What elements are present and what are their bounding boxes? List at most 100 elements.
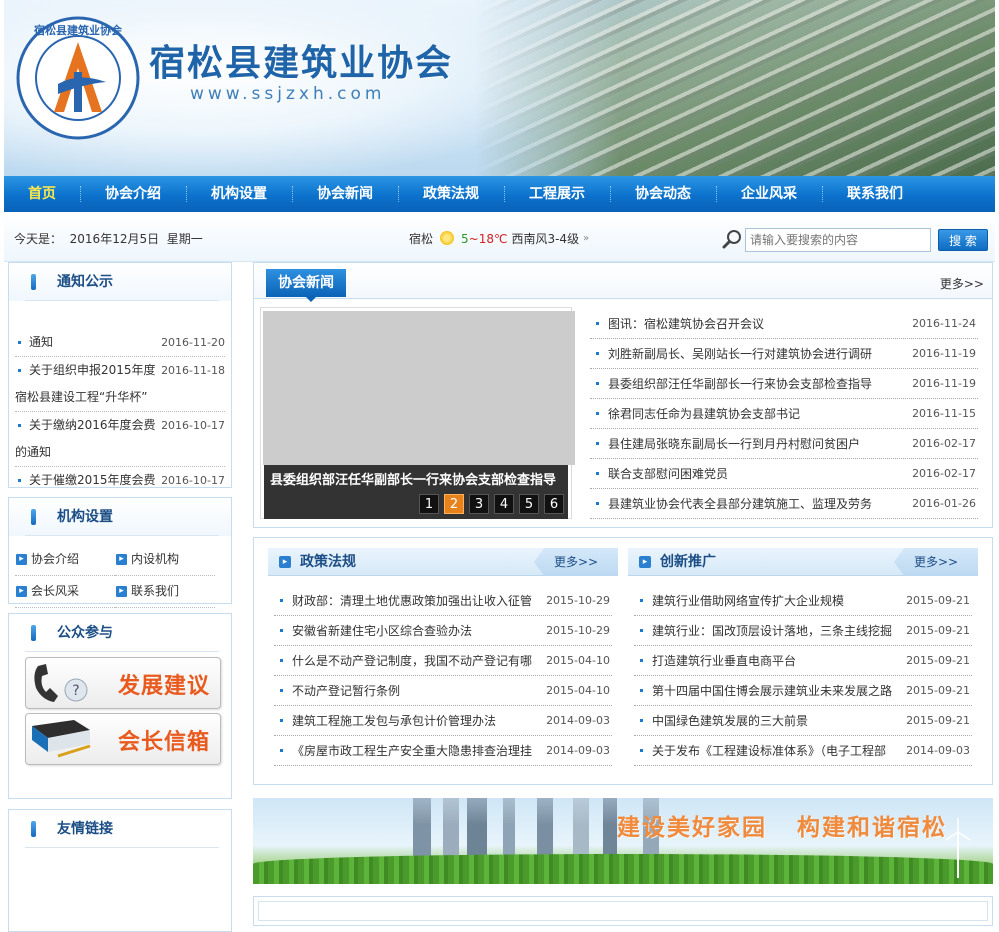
list-item[interactable]: 关于发布《工程建设标准体系》（电子工程部 2014-09-03 bbox=[634, 736, 972, 766]
list-item[interactable]: 县建筑业协会代表全县部分建筑施工、监理及劳务 2016-01-26 bbox=[590, 489, 978, 519]
list-item[interactable]: 刘胜新副局长、吴刚站长一行对建筑协会进行调研 2016-11-19 bbox=[590, 339, 978, 369]
list-item[interactable]: 不动产登记暂行条例 2015-04-10 bbox=[274, 676, 612, 706]
list-item[interactable]: 通知 2016-11-20 bbox=[15, 329, 225, 357]
org-link-contact[interactable]: 联系我们 bbox=[115, 576, 215, 608]
list-item[interactable]: 中国绿色建筑发展的三大前景 2015-09-21 bbox=[634, 706, 972, 736]
site-name[interactable]: 宿松县建筑业协会 bbox=[149, 34, 453, 86]
list-item[interactable]: 县住建局张晓东副局长一行到月丹村慰问贫困户 2016-02-17 bbox=[590, 429, 978, 459]
nav-item-activities[interactable]: 协会动态 bbox=[610, 176, 716, 212]
news-item-title[interactable]: 徐君同志任命为县建筑协会支部书记 bbox=[590, 399, 906, 428]
nav-item-policy[interactable]: 政策法规 bbox=[398, 176, 504, 212]
weekday-text: 星期一 bbox=[166, 232, 203, 246]
nav-item-home[interactable]: 首页 bbox=[4, 176, 80, 212]
policy-item-date: 2015-04-10 bbox=[546, 684, 610, 697]
nav-item-enterprises[interactable]: 企业风采 bbox=[716, 176, 822, 212]
list-item[interactable]: 县委组织部汪任华副部长一行来协会支部检查指导 2016-11-19 bbox=[590, 369, 978, 399]
list-item[interactable]: 关于组织申报2015年度宿松县建设工程“升华杯” 2016-11-18 bbox=[15, 357, 225, 412]
sunny-cloud-icon bbox=[437, 230, 457, 247]
notice-panel: 通知公示 通知 2016-11-20 关于组织申报2015年度宿松县建设工程“升… bbox=[8, 262, 232, 488]
list-item[interactable]: 关于催缴2015年度会费 2016-10-17 bbox=[15, 467, 225, 494]
slide-pagination: 1 2 3 4 5 6 bbox=[419, 494, 564, 514]
nav-item-news[interactable]: 协会新闻 bbox=[292, 176, 398, 212]
news-more-link[interactable]: 更多>> bbox=[940, 275, 984, 292]
nav-item-organization[interactable]: 机构设置 bbox=[186, 176, 292, 212]
nav-item-about[interactable]: 协会介绍 bbox=[80, 176, 186, 212]
notice-title: 通知公示 bbox=[9, 263, 231, 301]
columns-panel: ▸ 政策法规 更多>> 财政部：清理土地优惠政策加强出让收入征管 2015-10-… bbox=[253, 537, 993, 785]
org-link-departments[interactable]: 内设机构 bbox=[115, 544, 215, 576]
book-pen-icon bbox=[32, 720, 91, 758]
notice-item-title[interactable]: 关于组织申报2015年度宿松县建设工程“升华杯” bbox=[15, 357, 159, 411]
policy-more-link[interactable]: 更多>> bbox=[534, 548, 618, 576]
notice-item-title[interactable]: 通知 bbox=[15, 329, 159, 356]
list-item[interactable]: 联合支部慰问困难党员 2016-02-17 bbox=[590, 459, 978, 489]
news-slider[interactable]: 县委组织部汪任华副部长一行来协会支部检查指导 1 2 3 4 5 6 bbox=[260, 307, 575, 519]
list-item[interactable]: 建筑工程施工发包与承包计价管理办法 2014-09-03 bbox=[274, 706, 612, 736]
header-city-image bbox=[475, 0, 995, 176]
banner-grass bbox=[253, 854, 993, 884]
policy-item-title[interactable]: 安徽省新建住宅小区综合查验办法 bbox=[274, 616, 540, 645]
nav-item-contact[interactable]: 联系我们 bbox=[822, 176, 928, 212]
org-title: 机构设置 bbox=[9, 498, 231, 536]
today-label: 今天是： bbox=[14, 232, 63, 246]
search-input[interactable] bbox=[745, 228, 931, 252]
org-link-president[interactable]: 会长风采 bbox=[15, 576, 115, 608]
innovation-more-link[interactable]: 更多>> bbox=[894, 548, 978, 576]
tab-news[interactable]: 协会新闻 bbox=[266, 269, 346, 302]
slide-dot-3[interactable]: 3 bbox=[469, 494, 489, 514]
news-item-title[interactable]: 刘胜新副局长、吴刚站长一行对建筑协会进行调研 bbox=[590, 339, 906, 368]
list-item[interactable]: 安徽省新建住宅小区综合查验办法 2015-10-29 bbox=[274, 616, 612, 646]
list-item[interactable]: 建筑行业借助网络宣传扩大企业规模 2015-09-21 bbox=[634, 586, 972, 616]
news-item-date: 2016-02-17 bbox=[912, 437, 976, 450]
policy-item-title[interactable]: 什么是不动产登记制度，我国不动产登记有哪 bbox=[274, 646, 540, 675]
innovation-item-date: 2015-09-21 bbox=[906, 624, 970, 637]
news-item-title[interactable]: 县住建局张晓东副局长一行到月丹村慰问贫困户 bbox=[590, 429, 906, 458]
innovation-header: ▸ 创新推广 更多>> bbox=[628, 548, 978, 576]
news-item-title[interactable]: 联合支部慰问困难党员 bbox=[590, 459, 906, 488]
mailbox-button[interactable]: 会长信箱 bbox=[25, 713, 221, 765]
logo-text: 宿松县建筑业协会 bbox=[34, 23, 123, 37]
innovation-item-title[interactable]: 中国绿色建筑发展的三大前景 bbox=[634, 706, 900, 735]
list-item[interactable]: 什么是不动产登记制度，我国不动产登记有哪 2015-04-10 bbox=[274, 646, 612, 676]
innovation-item-title[interactable]: 第十四届中国住博会展示建筑业未来发展之路 bbox=[634, 676, 900, 705]
news-item-title[interactable]: 县建筑业协会代表全县部分建筑施工、监理及劳务 bbox=[590, 489, 906, 518]
slide-dot-6[interactable]: 6 bbox=[544, 494, 564, 514]
list-item[interactable]: 第十四届中国住博会展示建筑业未来发展之路 2015-09-21 bbox=[634, 676, 972, 706]
org-link-about[interactable]: 协会介绍 bbox=[15, 544, 115, 576]
nav-item-projects[interactable]: 工程展示 bbox=[504, 176, 610, 212]
list-item[interactable]: 徐君同志任命为县建筑协会支部书记 2016-11-15 bbox=[590, 399, 978, 429]
policy-item-title[interactable]: 财政部：清理土地优惠政策加强出让收入征管 bbox=[274, 586, 540, 615]
notice-item-title[interactable]: 关于缴纳2016年度会费的通知 bbox=[15, 412, 159, 466]
news-item-title[interactable]: 县委组织部汪任华副部长一行来协会支部检查指导 bbox=[590, 369, 906, 398]
policy-item-title[interactable]: 《房屋市政工程生产安全重大隐患排查治理挂 bbox=[274, 736, 540, 765]
search-icon bbox=[722, 230, 741, 249]
list-item[interactable]: 关于缴纳2016年度会费的通知 2016-10-17 bbox=[15, 412, 225, 467]
weather-widget[interactable]: 宿松 5~18℃ 西南风3-4级 » bbox=[409, 230, 589, 247]
slide-dot-1[interactable]: 1 bbox=[419, 494, 439, 514]
search-button[interactable]: 搜 索 bbox=[938, 229, 988, 251]
suggestion-button[interactable]: ? 发展建议 bbox=[25, 657, 221, 709]
list-item[interactable]: 《房屋市政工程生产安全重大隐患排查治理挂 2014-09-03 bbox=[274, 736, 612, 766]
innovation-item-title[interactable]: 建筑行业借助网络宣传扩大企业规模 bbox=[634, 586, 900, 615]
banner-slogan: 建设美好家园 构建和谐宿松 bbox=[616, 815, 947, 841]
innovation-list: 建筑行业借助网络宣传扩大企业规模 2015-09-21 建筑行业：国改顶层设计落地… bbox=[628, 586, 978, 766]
slide-dot-2[interactable]: 2 bbox=[444, 494, 464, 514]
news-item-title[interactable]: 图讯：宿松建筑协会召开会议 bbox=[590, 309, 906, 338]
list-item[interactable]: 建筑行业：国改顶层设计落地，三条主线挖掘 2015-09-21 bbox=[634, 616, 972, 646]
policy-item-title[interactable]: 不动产登记暂行条例 bbox=[274, 676, 540, 705]
slide-dot-5[interactable]: 5 bbox=[519, 494, 539, 514]
innovation-item-title[interactable]: 关于发布《工程建设标准体系》（电子工程部 bbox=[634, 736, 900, 765]
slide-image[interactable] bbox=[263, 311, 575, 465]
org-links: 协会介绍 内设机构 会长风采 联系我们 bbox=[9, 536, 231, 612]
innovation-item-title[interactable]: 建筑行业：国改顶层设计落地，三条主线挖掘 bbox=[634, 616, 900, 645]
notice-item-title[interactable]: 关于催缴2015年度会费 bbox=[15, 467, 159, 494]
notice-item-date: 2016-10-17 bbox=[161, 474, 225, 487]
innovation-item-title[interactable]: 打造建筑行业垂直电商平台 bbox=[634, 646, 900, 675]
slide-dot-4[interactable]: 4 bbox=[494, 494, 514, 514]
policy-item-title[interactable]: 建筑工程施工发包与承包计价管理办法 bbox=[274, 706, 540, 735]
list-item[interactable]: 打造建筑行业垂直电商平台 2015-09-21 bbox=[634, 646, 972, 676]
list-item[interactable]: 财政部：清理土地优惠政策加强出让收入征管 2015-10-29 bbox=[274, 586, 612, 616]
innovation-item-date: 2015-09-21 bbox=[906, 714, 970, 727]
association-logo-icon[interactable]: 宿松县建筑业协会 bbox=[14, 14, 142, 142]
list-item[interactable]: 图讯：宿松建筑协会召开会议 2016-11-24 bbox=[590, 309, 978, 339]
